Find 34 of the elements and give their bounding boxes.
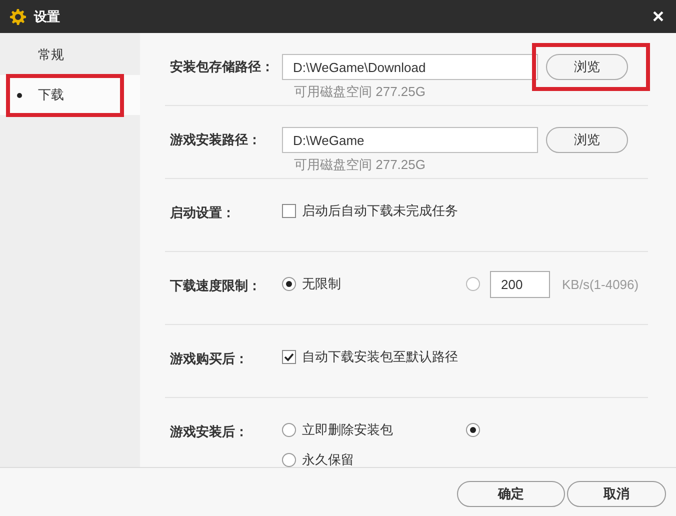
browse-button[interactable]: 浏览 <box>546 54 628 80</box>
setting-label: 安装包存储路径： <box>170 58 275 76</box>
unit-text: KB/s(1-4096) <box>562 276 639 292</box>
sidebar-item[interactable]: 常规 <box>0 35 140 75</box>
free-space-text: 可用磁盘空间 277.25G <box>294 156 426 174</box>
radio-button[interactable] <box>466 277 480 291</box>
path-field[interactable]: D:\WeGame <box>282 127 538 153</box>
path-field[interactable]: D:\WeGame\Download <box>282 54 538 80</box>
browse-button[interactable]: 浏览 <box>546 127 628 153</box>
cancel-button[interactable]: 取消 <box>567 481 666 507</box>
setting-label: 下载速度限制： <box>170 277 262 295</box>
setting-label: 启动设置： <box>170 204 236 222</box>
radio-button[interactable] <box>466 423 480 437</box>
radio-button[interactable] <box>282 423 296 437</box>
option-label: 永久保留 <box>302 451 354 467</box>
option-label: 启动后自动下载未完成任务 <box>302 202 458 220</box>
option-label: 自动下载安装包至默认路径 <box>302 348 458 366</box>
checkbox[interactable] <box>282 204 296 218</box>
option-label: 立即删除安装包 <box>302 421 393 439</box>
radio-button[interactable] <box>282 277 296 291</box>
gear-icon <box>10 8 26 24</box>
option-label: 无限制 <box>302 275 341 293</box>
number-field[interactable]: 200 <box>490 270 550 298</box>
radio-button[interactable] <box>282 453 296 467</box>
checkbox[interactable] <box>282 350 296 364</box>
free-space-text: 可用磁盘空间 277.25G <box>294 83 426 101</box>
setting-label: 游戏购买后： <box>170 350 249 368</box>
bullet-icon <box>17 93 22 98</box>
setting-label: 游戏安装路径： <box>170 131 262 149</box>
sidebar-item[interactable]: 下载 <box>0 75 140 115</box>
confirm-button[interactable]: 确定 <box>457 481 565 507</box>
window-title: 设置 <box>34 8 61 26</box>
close-button[interactable]: × <box>650 6 666 26</box>
setting-label: 游戏安装后： <box>170 423 249 441</box>
